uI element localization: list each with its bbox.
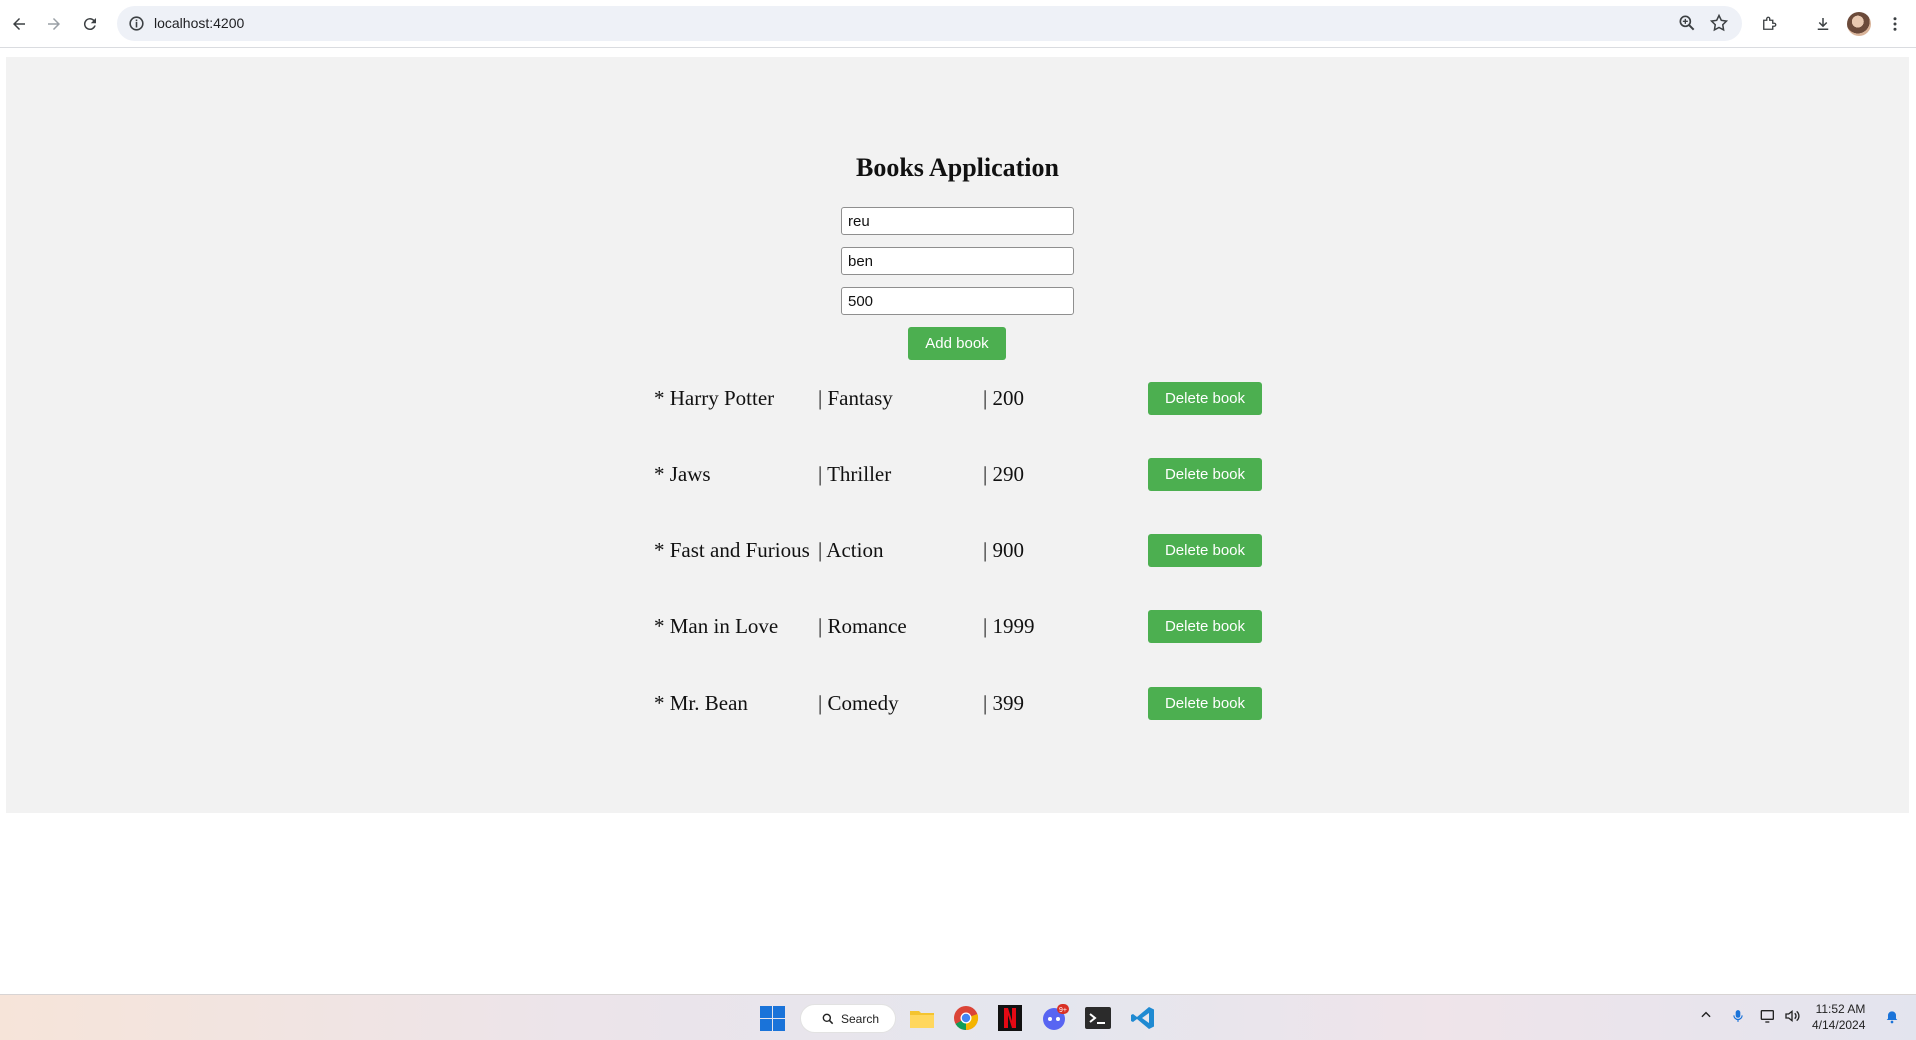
book-price: | 1999 bbox=[983, 614, 1035, 638]
book-price: | 900 bbox=[983, 538, 1024, 562]
add-book-button[interactable]: Add book bbox=[908, 327, 1006, 360]
book-name-input[interactable] bbox=[841, 207, 1074, 235]
book-row: * Man in Love | Romance | 1999 Delete bo… bbox=[6, 610, 1909, 650]
forward-arrow-icon[interactable] bbox=[41, 11, 67, 37]
book-genre-input[interactable] bbox=[841, 247, 1074, 275]
book-price-input[interactable] bbox=[841, 287, 1074, 315]
profile-avatar[interactable] bbox=[1847, 12, 1871, 36]
books-app: Books Application Add book * Harry Potte… bbox=[6, 57, 1909, 813]
notification-bell-icon[interactable] bbox=[1884, 1008, 1900, 1029]
delete-book-button[interactable]: Delete book bbox=[1148, 610, 1262, 643]
clock[interactable]: 11:52 AM 4/14/2024 bbox=[1812, 1001, 1865, 1033]
file-explorer-icon[interactable] bbox=[907, 1003, 937, 1033]
bookmark-star-icon[interactable] bbox=[1709, 13, 1729, 33]
taskbar: Search 9+ 11:52 AM 4/14/2024 bbox=[0, 994, 1916, 1040]
download-icon[interactable] bbox=[1810, 11, 1836, 37]
book-row: * Harry Potter | Fantasy | 200 Delete bo… bbox=[6, 382, 1909, 422]
extensions-icon[interactable] bbox=[1756, 11, 1782, 37]
book-name: * Mr. Bean bbox=[654, 691, 748, 715]
browser-toolbar: localhost:4200 bbox=[0, 0, 1916, 48]
book-price: | 399 bbox=[983, 691, 1024, 715]
search-icon bbox=[822, 1013, 834, 1025]
clock-time: 11:52 AM bbox=[1815, 1002, 1866, 1016]
clock-date: 4/14/2024 bbox=[1812, 1018, 1866, 1032]
address-bar[interactable]: localhost:4200 bbox=[117, 6, 1742, 41]
tray-overflow-chevron-icon[interactable] bbox=[1699, 1008, 1713, 1027]
network-icon[interactable] bbox=[1760, 1008, 1776, 1029]
book-name: * Jaws bbox=[654, 462, 711, 486]
book-genre: | Thriller bbox=[818, 462, 892, 486]
windows-start-icon[interactable] bbox=[757, 1003, 787, 1033]
search-label: Search bbox=[841, 1012, 880, 1026]
netflix-icon[interactable] bbox=[995, 1003, 1025, 1033]
delete-book-button[interactable]: Delete book bbox=[1148, 458, 1262, 491]
menu-kebab-icon[interactable] bbox=[1882, 11, 1908, 37]
back-arrow-icon[interactable] bbox=[6, 11, 32, 37]
terminal-icon[interactable] bbox=[1083, 1003, 1113, 1033]
book-genre: | Action bbox=[818, 538, 884, 562]
book-row: * Fast and Furious | Action | 900 Delete… bbox=[6, 534, 1909, 574]
delete-book-button[interactable]: Delete book bbox=[1148, 534, 1262, 567]
vscode-icon[interactable] bbox=[1128, 1003, 1158, 1033]
microphone-icon[interactable] bbox=[1731, 1008, 1745, 1029]
book-price: | 290 bbox=[983, 462, 1024, 486]
book-genre: | Romance bbox=[818, 614, 907, 638]
site-info-icon[interactable] bbox=[127, 14, 146, 33]
book-genre: | Fantasy bbox=[818, 386, 893, 410]
book-row: * Jaws | Thriller | 290 Delete book bbox=[6, 458, 1909, 498]
chat-badge: 9+ bbox=[1059, 1007, 1067, 1014]
page-title: Books Application bbox=[855, 153, 1059, 182]
book-name: * Harry Potter bbox=[654, 386, 775, 410]
reload-icon[interactable] bbox=[77, 11, 103, 37]
delete-book-button[interactable]: Delete book bbox=[1148, 687, 1262, 720]
chat-app-icon[interactable]: 9+ bbox=[1040, 1003, 1070, 1033]
taskbar-search[interactable]: Search bbox=[800, 1004, 896, 1033]
book-row: * Mr. Bean | Comedy | 399 Delete book bbox=[6, 687, 1909, 727]
url-text[interactable]: localhost:4200 bbox=[154, 15, 244, 31]
chrome-icon[interactable] bbox=[951, 1003, 981, 1033]
book-price: | 200 bbox=[983, 386, 1024, 410]
volume-icon[interactable] bbox=[1784, 1008, 1800, 1029]
zoom-icon[interactable] bbox=[1677, 13, 1697, 33]
book-name: * Fast and Furious bbox=[654, 538, 810, 562]
book-genre: | Comedy bbox=[818, 691, 899, 715]
book-name: * Man in Love bbox=[654, 614, 779, 638]
delete-book-button[interactable]: Delete book bbox=[1148, 382, 1262, 415]
